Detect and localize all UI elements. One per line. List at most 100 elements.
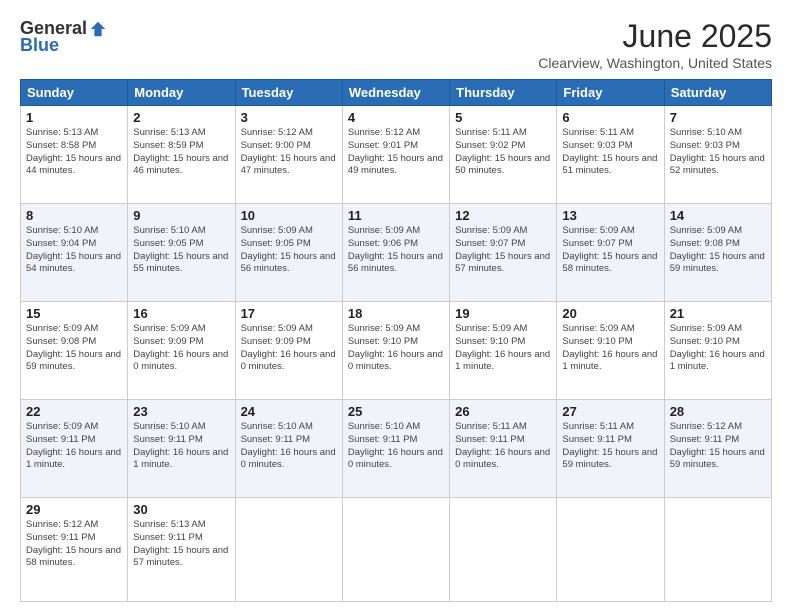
day-info: Sunrise: 5:10 AM Sunset: 9:04 PM Dayligh… (26, 225, 122, 276)
day-number: 8 (26, 208, 122, 223)
table-row: 7 Sunrise: 5:10 AM Sunset: 9:03 PM Dayli… (664, 106, 771, 204)
day-number: 1 (26, 110, 122, 125)
calendar-week-2: 8 Sunrise: 5:10 AM Sunset: 9:04 PM Dayli… (21, 203, 772, 301)
table-row: 11 Sunrise: 5:09 AM Sunset: 9:06 PM Dayl… (342, 203, 449, 301)
table-row (664, 497, 771, 601)
table-row: 29 Sunrise: 5:12 AM Sunset: 9:11 PM Dayl… (21, 497, 128, 601)
day-number: 27 (562, 404, 658, 419)
day-info: Sunrise: 5:13 AM Sunset: 9:11 PM Dayligh… (133, 519, 229, 570)
table-row: 3 Sunrise: 5:12 AM Sunset: 9:00 PM Dayli… (235, 106, 342, 204)
logo-icon (89, 20, 107, 38)
col-wednesday: Wednesday (342, 80, 449, 106)
main-title: June 2025 (538, 18, 772, 55)
table-row: 1 Sunrise: 5:13 AM Sunset: 8:58 PM Dayli… (21, 106, 128, 204)
logo: General Blue (20, 18, 107, 56)
day-number: 13 (562, 208, 658, 223)
subtitle: Clearview, Washington, United States (538, 55, 772, 71)
day-info: Sunrise: 5:10 AM Sunset: 9:05 PM Dayligh… (133, 225, 229, 276)
day-info: Sunrise: 5:09 AM Sunset: 9:06 PM Dayligh… (348, 225, 444, 276)
day-info: Sunrise: 5:09 AM Sunset: 9:11 PM Dayligh… (26, 421, 122, 472)
table-row: 17 Sunrise: 5:09 AM Sunset: 9:09 PM Dayl… (235, 301, 342, 399)
table-row: 5 Sunrise: 5:11 AM Sunset: 9:02 PM Dayli… (450, 106, 557, 204)
day-info: Sunrise: 5:09 AM Sunset: 9:05 PM Dayligh… (241, 225, 337, 276)
day-info: Sunrise: 5:09 AM Sunset: 9:07 PM Dayligh… (455, 225, 551, 276)
table-row: 13 Sunrise: 5:09 AM Sunset: 9:07 PM Dayl… (557, 203, 664, 301)
day-number: 19 (455, 306, 551, 321)
day-info: Sunrise: 5:11 AM Sunset: 9:02 PM Dayligh… (455, 127, 551, 178)
page: General Blue June 2025 Clearview, Washin… (0, 0, 792, 612)
table-row (235, 497, 342, 601)
col-monday: Monday (128, 80, 235, 106)
day-info: Sunrise: 5:12 AM Sunset: 9:01 PM Dayligh… (348, 127, 444, 178)
table-row: 2 Sunrise: 5:13 AM Sunset: 8:59 PM Dayli… (128, 106, 235, 204)
table-row: 26 Sunrise: 5:11 AM Sunset: 9:11 PM Dayl… (450, 399, 557, 497)
col-thursday: Thursday (450, 80, 557, 106)
day-number: 24 (241, 404, 337, 419)
calendar-week-5: 29 Sunrise: 5:12 AM Sunset: 9:11 PM Dayl… (21, 497, 772, 601)
day-info: Sunrise: 5:09 AM Sunset: 9:10 PM Dayligh… (455, 323, 551, 374)
day-info: Sunrise: 5:10 AM Sunset: 9:11 PM Dayligh… (133, 421, 229, 472)
col-tuesday: Tuesday (235, 80, 342, 106)
day-number: 5 (455, 110, 551, 125)
day-info: Sunrise: 5:13 AM Sunset: 8:59 PM Dayligh… (133, 127, 229, 178)
title-block: June 2025 Clearview, Washington, United … (538, 18, 772, 71)
table-row: 19 Sunrise: 5:09 AM Sunset: 9:10 PM Dayl… (450, 301, 557, 399)
day-info: Sunrise: 5:11 AM Sunset: 9:03 PM Dayligh… (562, 127, 658, 178)
calendar: Sunday Monday Tuesday Wednesday Thursday… (20, 79, 772, 602)
day-number: 17 (241, 306, 337, 321)
day-number: 7 (670, 110, 766, 125)
day-info: Sunrise: 5:09 AM Sunset: 9:09 PM Dayligh… (241, 323, 337, 374)
day-number: 23 (133, 404, 229, 419)
day-number: 11 (348, 208, 444, 223)
day-number: 12 (455, 208, 551, 223)
table-row (342, 497, 449, 601)
table-row: 10 Sunrise: 5:09 AM Sunset: 9:05 PM Dayl… (235, 203, 342, 301)
table-row (450, 497, 557, 601)
day-number: 28 (670, 404, 766, 419)
day-number: 20 (562, 306, 658, 321)
day-info: Sunrise: 5:09 AM Sunset: 9:10 PM Dayligh… (562, 323, 658, 374)
day-info: Sunrise: 5:09 AM Sunset: 9:08 PM Dayligh… (26, 323, 122, 374)
day-info: Sunrise: 5:12 AM Sunset: 9:00 PM Dayligh… (241, 127, 337, 178)
table-row: 12 Sunrise: 5:09 AM Sunset: 9:07 PM Dayl… (450, 203, 557, 301)
col-saturday: Saturday (664, 80, 771, 106)
day-info: Sunrise: 5:11 AM Sunset: 9:11 PM Dayligh… (455, 421, 551, 472)
table-row: 15 Sunrise: 5:09 AM Sunset: 9:08 PM Dayl… (21, 301, 128, 399)
day-number: 26 (455, 404, 551, 419)
day-number: 2 (133, 110, 229, 125)
col-sunday: Sunday (21, 80, 128, 106)
calendar-week-3: 15 Sunrise: 5:09 AM Sunset: 9:08 PM Dayl… (21, 301, 772, 399)
table-row: 28 Sunrise: 5:12 AM Sunset: 9:11 PM Dayl… (664, 399, 771, 497)
table-row: 8 Sunrise: 5:10 AM Sunset: 9:04 PM Dayli… (21, 203, 128, 301)
day-number: 21 (670, 306, 766, 321)
day-info: Sunrise: 5:12 AM Sunset: 9:11 PM Dayligh… (670, 421, 766, 472)
calendar-header-row: Sunday Monday Tuesday Wednesday Thursday… (21, 80, 772, 106)
day-info: Sunrise: 5:11 AM Sunset: 9:11 PM Dayligh… (562, 421, 658, 472)
table-row: 9 Sunrise: 5:10 AM Sunset: 9:05 PM Dayli… (128, 203, 235, 301)
day-number: 25 (348, 404, 444, 419)
table-row: 14 Sunrise: 5:09 AM Sunset: 9:08 PM Dayl… (664, 203, 771, 301)
day-number: 4 (348, 110, 444, 125)
table-row: 20 Sunrise: 5:09 AM Sunset: 9:10 PM Dayl… (557, 301, 664, 399)
day-number: 22 (26, 404, 122, 419)
table-row: 24 Sunrise: 5:10 AM Sunset: 9:11 PM Dayl… (235, 399, 342, 497)
header: General Blue June 2025 Clearview, Washin… (20, 18, 772, 71)
table-row: 25 Sunrise: 5:10 AM Sunset: 9:11 PM Dayl… (342, 399, 449, 497)
table-row (557, 497, 664, 601)
day-number: 18 (348, 306, 444, 321)
day-info: Sunrise: 5:09 AM Sunset: 9:09 PM Dayligh… (133, 323, 229, 374)
day-info: Sunrise: 5:12 AM Sunset: 9:11 PM Dayligh… (26, 519, 122, 570)
day-number: 14 (670, 208, 766, 223)
table-row: 21 Sunrise: 5:09 AM Sunset: 9:10 PM Dayl… (664, 301, 771, 399)
table-row: 18 Sunrise: 5:09 AM Sunset: 9:10 PM Dayl… (342, 301, 449, 399)
day-number: 3 (241, 110, 337, 125)
day-number: 15 (26, 306, 122, 321)
day-number: 6 (562, 110, 658, 125)
col-friday: Friday (557, 80, 664, 106)
day-number: 9 (133, 208, 229, 223)
logo-blue-text: Blue (20, 35, 59, 56)
day-number: 10 (241, 208, 337, 223)
table-row: 27 Sunrise: 5:11 AM Sunset: 9:11 PM Dayl… (557, 399, 664, 497)
day-info: Sunrise: 5:09 AM Sunset: 9:10 PM Dayligh… (348, 323, 444, 374)
day-info: Sunrise: 5:13 AM Sunset: 8:58 PM Dayligh… (26, 127, 122, 178)
